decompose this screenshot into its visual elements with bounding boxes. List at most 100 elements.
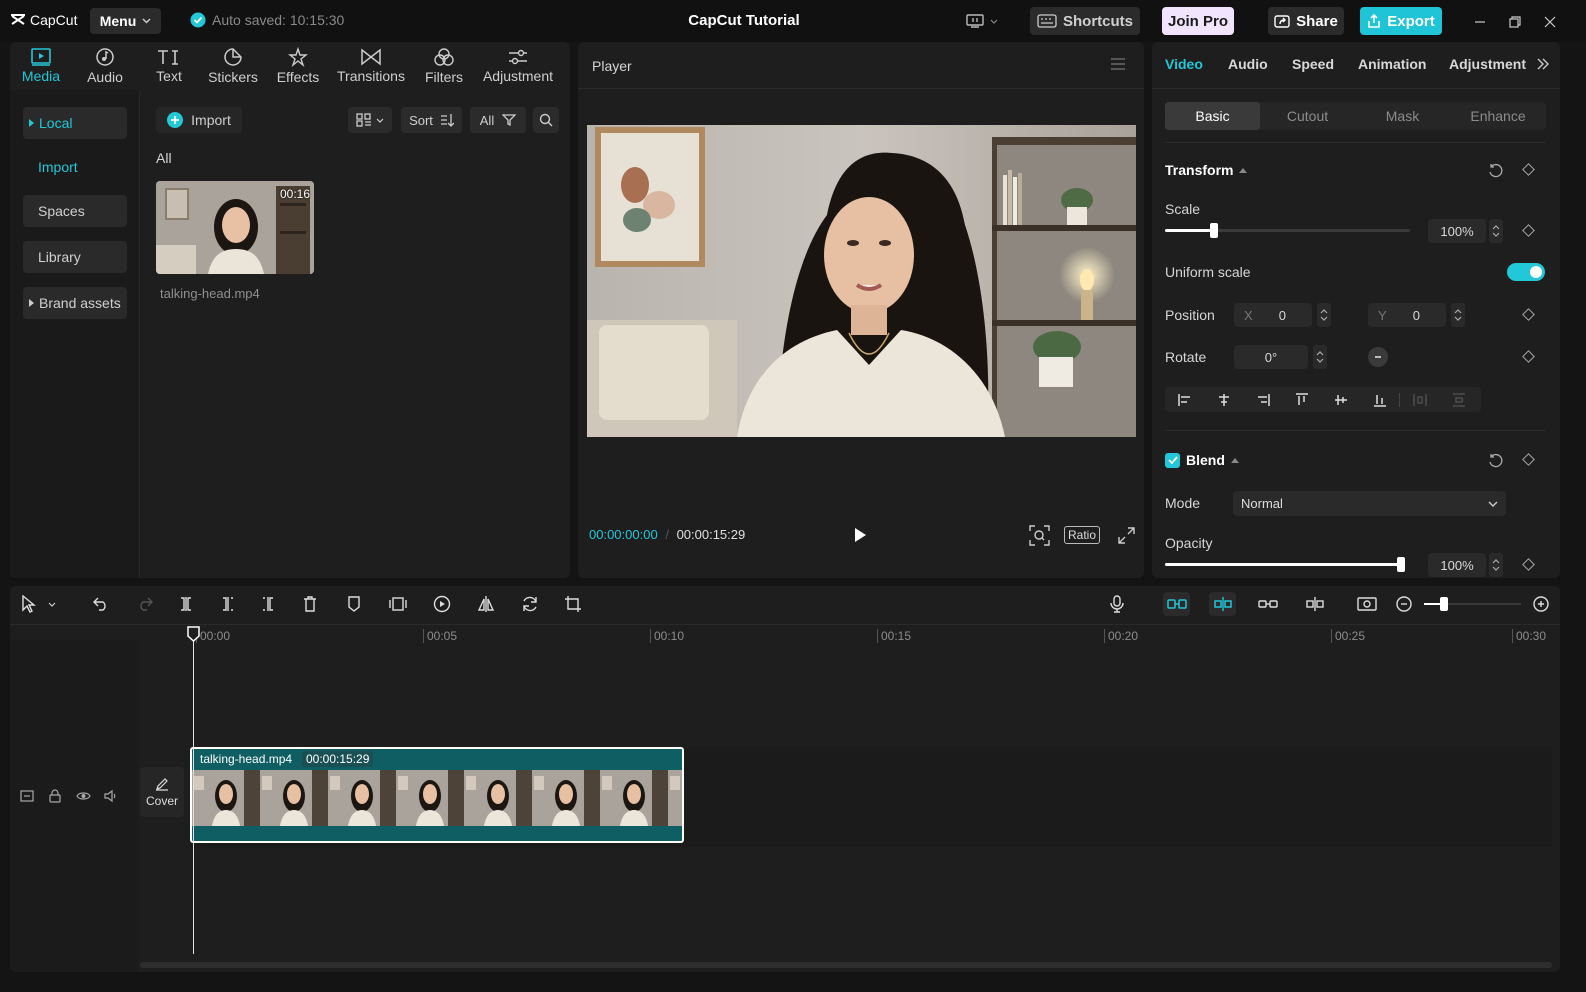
shortcuts-button[interactable]: Shortcuts: [1030, 7, 1140, 35]
delete-icon[interactable]: [300, 594, 320, 614]
subtab-cutout[interactable]: Cutout: [1260, 102, 1355, 130]
zoom-in-icon[interactable]: [1531, 594, 1551, 614]
sidebar-item-spaces[interactable]: Spaces: [23, 195, 127, 227]
timeline-horizontal-scrollbar[interactable]: [140, 962, 1552, 968]
opacity-stepper[interactable]: [1489, 553, 1503, 577]
scale-value-field[interactable]: 100%: [1428, 219, 1486, 243]
media-thumbnail[interactable]: 00:16: [156, 181, 314, 274]
tab-filters[interactable]: Filters: [412, 42, 476, 90]
rotate-stepper[interactable]: [1313, 345, 1327, 369]
export-button[interactable]: Export: [1360, 7, 1442, 35]
chevron-down-icon[interactable]: [46, 594, 58, 614]
video-preview[interactable]: [587, 125, 1136, 437]
preview-axis-icon[interactable]: [1305, 594, 1325, 614]
speaker-icon[interactable]: [104, 789, 118, 803]
sidebar-item-import[interactable]: Import: [23, 151, 127, 183]
sidebar-item-library[interactable]: Library: [23, 241, 127, 273]
rotate-dial[interactable]: [1368, 347, 1388, 367]
screenshot-icon[interactable]: [1357, 594, 1377, 614]
delete-right-icon[interactable]: [258, 594, 278, 614]
main-track-magnet-button[interactable]: [1163, 592, 1190, 616]
subtab-mask[interactable]: Mask: [1355, 102, 1450, 130]
sidebar-item-local[interactable]: Local: [23, 107, 127, 139]
align-left-icon[interactable]: [1165, 393, 1204, 407]
align-top-icon[interactable]: [1282, 392, 1321, 407]
blend-section-header[interactable]: Blend: [1165, 452, 1239, 468]
search-button[interactable]: [533, 107, 559, 133]
ratio-button[interactable]: Ratio: [1064, 526, 1101, 544]
filter-button[interactable]: All: [470, 107, 526, 133]
playhead-handle[interactable]: [187, 626, 200, 642]
tab-speed[interactable]: Speed: [1292, 56, 1334, 72]
close-icon[interactable]: [1540, 12, 1560, 32]
marker-icon[interactable]: [344, 594, 364, 614]
tab-effects[interactable]: Effects: [266, 42, 330, 90]
position-x-field[interactable]: X 0: [1234, 303, 1312, 327]
timeline-zoom-slider[interactable]: [1424, 597, 1521, 611]
tab-transitions[interactable]: Transitions: [330, 42, 412, 90]
tab-audio[interactable]: Audio: [72, 42, 138, 90]
tab-audio-props[interactable]: Audio: [1228, 56, 1268, 72]
opacity-value-field[interactable]: 100%: [1428, 553, 1486, 577]
lock-icon[interactable]: [49, 789, 61, 803]
align-center-h-icon[interactable]: [1204, 393, 1243, 407]
align-bottom-icon[interactable]: [1360, 393, 1399, 407]
rotate-icon[interactable]: [520, 594, 540, 614]
sidebar-item-brand-assets[interactable]: Brand assets: [23, 287, 127, 319]
mirror-icon[interactable]: [476, 594, 496, 614]
transform-section-header[interactable]: Transform: [1165, 162, 1248, 178]
opacity-slider[interactable]: [1165, 557, 1405, 572]
tab-adjustment[interactable]: Adjustment: [476, 42, 560, 90]
opacity-slider-thumb[interactable]: [1397, 557, 1405, 572]
minimize-icon[interactable]: [1470, 12, 1490, 32]
share-button[interactable]: Share: [1268, 7, 1344, 35]
position-x-stepper[interactable]: [1317, 303, 1331, 327]
scale-slider-thumb[interactable]: [1210, 223, 1218, 238]
fullscreen-button[interactable]: [1118, 527, 1135, 544]
cover-button[interactable]: Cover: [140, 767, 184, 817]
tab-video[interactable]: Video: [1165, 56, 1203, 72]
zoom-out-icon[interactable]: [1394, 594, 1414, 614]
align-right-icon[interactable]: [1243, 393, 1282, 407]
eye-icon[interactable]: [76, 790, 91, 802]
linkage-icon[interactable]: [1258, 594, 1278, 614]
restore-icon[interactable]: [1505, 12, 1525, 32]
more-tabs-icon[interactable]: [1537, 58, 1549, 70]
blend-checkbox[interactable]: [1165, 452, 1180, 468]
subtab-enhance[interactable]: Enhance: [1450, 102, 1546, 130]
microphone-icon[interactable]: [1107, 594, 1127, 614]
position-y-field[interactable]: Y 0: [1368, 303, 1446, 327]
blend-mode-select[interactable]: Normal: [1233, 491, 1506, 516]
tab-media[interactable]: Media: [10, 42, 72, 90]
tab-stickers[interactable]: Stickers: [200, 42, 266, 90]
align-center-v-icon[interactable]: [1321, 393, 1360, 407]
zoom-slider-thumb[interactable]: [1440, 597, 1448, 611]
tab-adjustment-props[interactable]: Adjustment: [1449, 56, 1526, 72]
track-select-icon[interactable]: [20, 789, 34, 803]
uniform-scale-toggle[interactable]: [1507, 263, 1545, 281]
auto-snap-button[interactable]: [1209, 592, 1236, 616]
scale-slider[interactable]: [1165, 223, 1410, 238]
play-button[interactable]: [853, 527, 867, 543]
tab-animation[interactable]: Animation: [1358, 56, 1426, 72]
sort-button[interactable]: Sort: [401, 107, 462, 133]
select-tool-icon[interactable]: [18, 594, 38, 614]
fit-view-button[interactable]: [1029, 525, 1050, 546]
split-icon[interactable]: [176, 594, 196, 614]
join-pro-button[interactable]: Join Pro: [1162, 7, 1234, 35]
layout-button[interactable]: [962, 7, 1002, 35]
import-button[interactable]: Import: [156, 107, 242, 133]
delete-left-icon[interactable]: [218, 594, 238, 614]
undo-icon[interactable]: [91, 594, 111, 614]
subtab-basic[interactable]: Basic: [1165, 102, 1260, 130]
position-y-stepper[interactable]: [1451, 303, 1465, 327]
view-toggle-button[interactable]: [348, 107, 392, 133]
reset-transform-button[interactable]: [1488, 163, 1503, 178]
crop-icon[interactable]: [563, 594, 583, 614]
speed-icon[interactable]: [432, 594, 452, 614]
reset-blend-button[interactable]: [1488, 453, 1503, 468]
tab-text[interactable]: Text: [138, 42, 200, 90]
video-clip[interactable]: talking-head.mp4 00:00:15:29: [190, 747, 684, 843]
scale-stepper[interactable]: [1489, 219, 1503, 243]
player-menu-icon[interactable]: [1110, 58, 1126, 70]
